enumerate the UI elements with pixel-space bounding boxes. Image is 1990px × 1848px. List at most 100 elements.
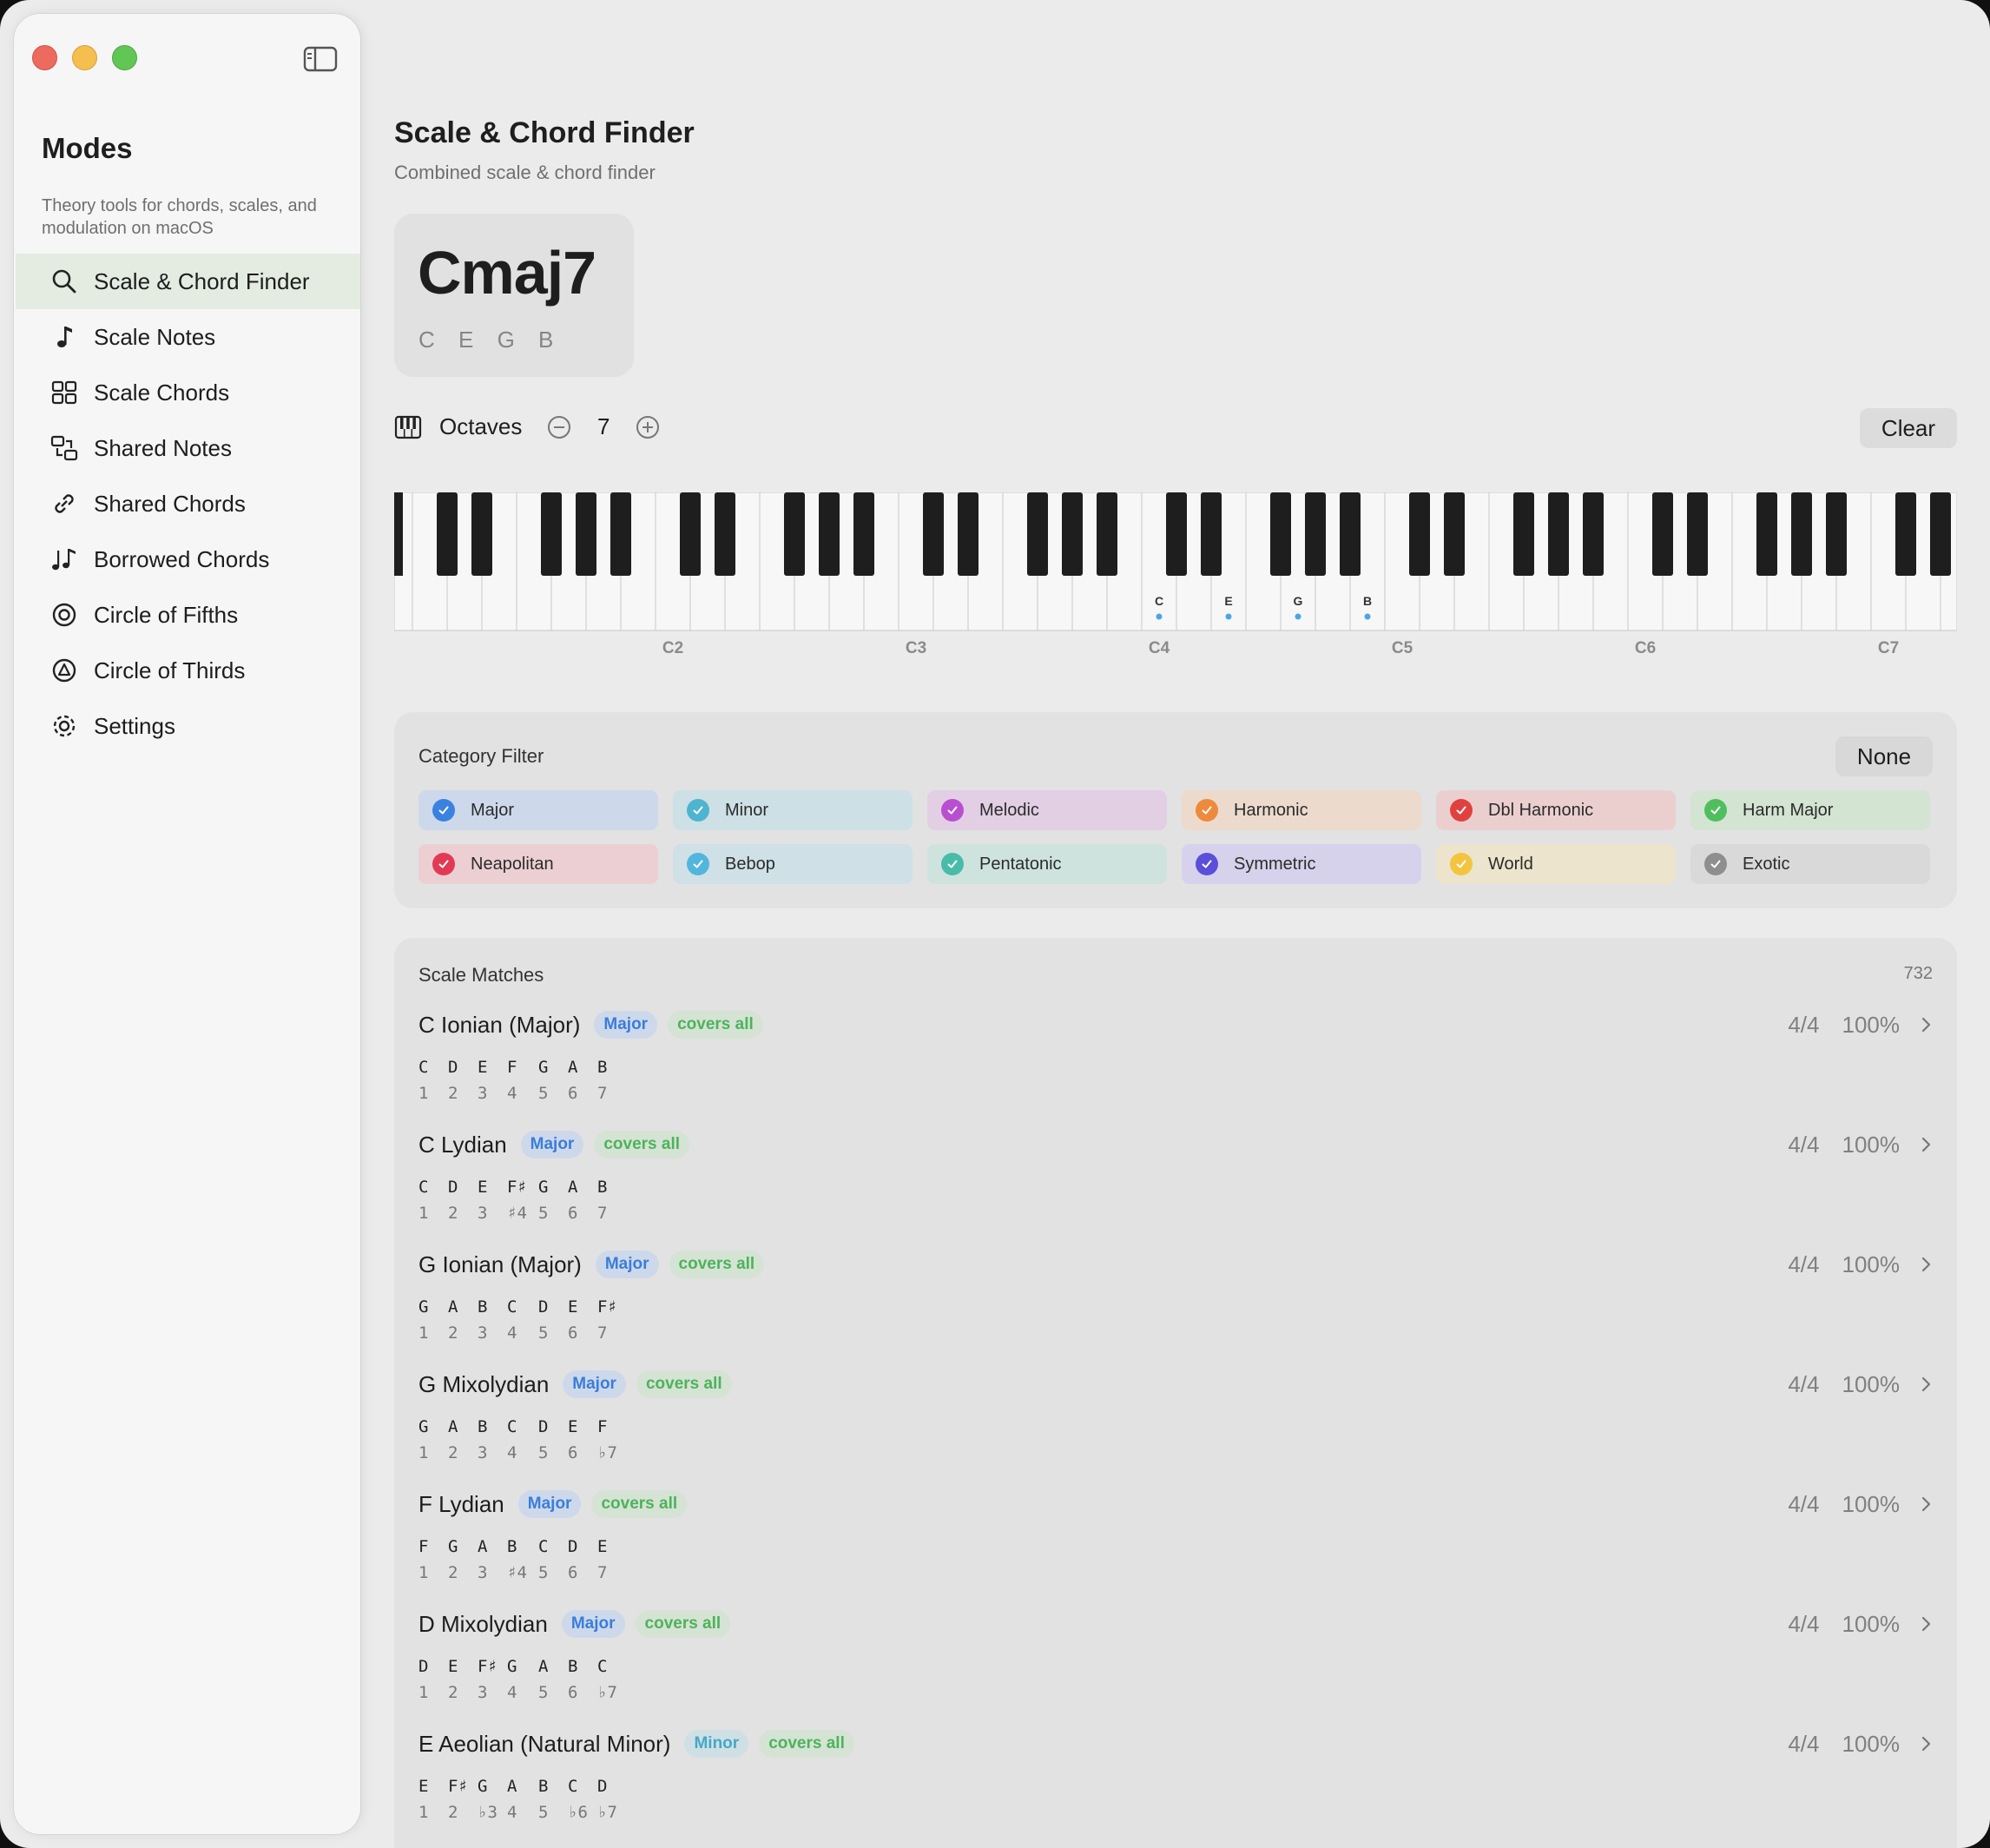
black-key[interactable] [1166,492,1187,576]
scale-match-row[interactable]: D Mixolydian Major covers all 4/4 100% D E F♯ G A… [418,1608,1933,1728]
sidebar-item-shared-chords[interactable]: Shared Chords [16,476,360,531]
black-key[interactable] [1201,492,1222,576]
scale-match-row[interactable]: F Lydian Major covers all 4/4 100% F G A B C D E 1 2 3… [418,1488,1933,1608]
scale-match-row[interactable]: G Mixolydian Major covers all 4/4 100% G A B C D E… [418,1369,1933,1488]
black-key[interactable] [541,492,562,576]
close-window-button[interactable] [32,45,57,70]
black-key[interactable] [1930,492,1951,576]
sidebar-item-circle-of-thirds[interactable]: Circle of Thirds [16,643,360,698]
sidebar-item-scale-chords[interactable]: Scale Chords [16,365,360,420]
coverage-badge: covers all [668,1011,763,1039]
checkmark-icon [687,799,709,822]
minimize-window-button[interactable] [72,45,97,70]
scale-match-row[interactable]: E Aeolian (Natural Minor) Minor covers all… [418,1728,1933,1848]
scale-match-row[interactable]: C Lydian Major covers all 4/4 100% C D E F♯ G A B 1 2… [418,1129,1933,1249]
black-key[interactable] [680,492,701,576]
scale-degree: 1 [418,1323,429,1343]
match-header: D Mixolydian Major covers all [418,1608,741,1640]
black-key[interactable] [1270,492,1291,576]
category-chip-harm-major[interactable]: Harm Major [1690,790,1930,830]
black-key[interactable] [853,492,874,576]
black-key[interactable] [1340,492,1361,576]
scale-degree: 2 [448,1563,458,1582]
scale-note: D [448,1178,458,1197]
scale-note: A [448,1417,458,1436]
category-chip-exotic[interactable]: Exotic [1690,844,1930,884]
scale-degree: 6 [568,1683,578,1702]
sidebar-toggle-icon[interactable] [303,45,338,73]
category-chip-melodic[interactable]: Melodic [927,790,1167,830]
category-chip-minor[interactable]: Minor [673,790,913,830]
sidebar-item-shared-notes[interactable]: Shared Notes [16,420,360,476]
sidebar-item-label: Scale Notes [94,323,216,350]
sidebar-item-settings[interactable]: Settings [16,698,360,754]
decrement-octaves-button[interactable] [547,415,571,439]
checkmark-icon [687,853,709,875]
octave-label: C3 [905,639,927,657]
scale-degree: 3 [478,1443,488,1462]
black-key[interactable] [1895,492,1916,576]
black-key[interactable] [958,492,979,576]
piano-keyboard[interactable]: CEGB [394,492,1957,631]
category-chip-symmetric[interactable]: Symmetric [1182,844,1421,884]
black-key[interactable] [437,492,458,576]
notes-icon [52,549,76,571]
black-key[interactable] [1826,492,1847,576]
category-chip-major[interactable]: Major [418,790,658,830]
category-chip-world[interactable]: World [1436,844,1676,884]
black-key[interactable] [1062,492,1083,576]
sidebar-item-scale-notes[interactable]: Scale Notes [16,309,360,365]
black-key[interactable] [1027,492,1048,576]
category-chip-bebop[interactable]: Bebop [673,844,913,884]
black-key[interactable] [610,492,631,576]
category-chip-dbl-harmonic[interactable]: Dbl Harmonic [1436,790,1676,830]
category-chip-neapolitan[interactable]: Neapolitan [418,844,658,884]
scale-match-row[interactable]: G Ionian (Major) Major covers all 4/4 100% G A… [418,1249,1933,1369]
black-key[interactable] [1548,492,1569,576]
scale-degree: 4 [507,1443,517,1462]
selected-note-label: B [1363,594,1372,608]
app-title: Modes [42,132,133,164]
black-key[interactable] [1409,492,1430,576]
category-chip-pentatonic[interactable]: Pentatonic [927,844,1167,884]
black-key[interactable] [715,492,735,576]
scale-degree: 5 [538,1683,549,1702]
black-key[interactable] [1583,492,1604,576]
increment-octaves-button[interactable] [636,415,660,439]
black-key[interactable] [1097,492,1117,576]
black-key[interactable] [1791,492,1812,576]
sidebar-item-scale-chord-finder[interactable]: Scale & Chord Finder [16,254,360,309]
scale-note: A [538,1657,549,1676]
music-note-icon [57,327,72,347]
category-chip-harmonic[interactable]: Harmonic [1182,790,1421,830]
page-title: Scale & Chord Finder [394,116,695,149]
black-key[interactable] [1756,492,1777,576]
checkmark-icon [1450,853,1473,875]
sidebar-item-circle-of-fifths[interactable]: Circle of Fifths [16,587,360,643]
checkmark-icon [432,799,455,822]
none-button[interactable]: None [1835,736,1933,776]
black-key[interactable] [784,492,805,576]
black-key[interactable] [1305,492,1326,576]
black-key[interactable] [819,492,840,576]
scale-match-row[interactable]: C Ionian (Major) Major covers all 4/4 100% C D… [418,1009,1933,1129]
scale-degree: 2 [448,1683,458,1702]
clear-button[interactable]: Clear [1860,408,1957,448]
scale-degree: 2 [448,1323,458,1343]
black-key[interactable] [1444,492,1465,576]
zoom-window-button[interactable] [112,45,137,70]
coverage-badge: covers all [635,1610,731,1638]
black-key[interactable] [1513,492,1534,576]
category-chip-label: Exotic [1743,854,1790,874]
sidebar-item-borrowed-chords[interactable]: Borrowed Chords [16,531,360,587]
scale-matches-title: Scale Matches [418,964,544,986]
black-key[interactable] [394,492,403,576]
match-header: C Ionian (Major) Major covers all [418,1009,774,1040]
black-key[interactable] [923,492,944,576]
black-key[interactable] [471,492,492,576]
black-key[interactable] [576,492,596,576]
scale-degree: 6 [568,1323,578,1343]
gear-icon [53,715,76,737]
black-key[interactable] [1687,492,1708,576]
black-key[interactable] [1652,492,1673,576]
